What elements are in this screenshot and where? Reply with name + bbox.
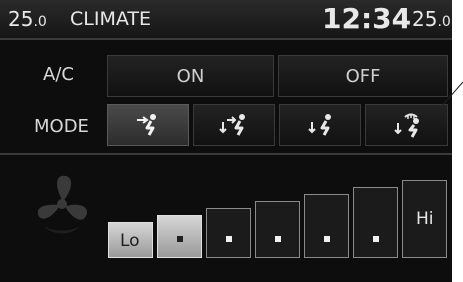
screen-title: CLIMATE [70, 8, 151, 30]
ac-off-label: OFF [345, 65, 381, 87]
ac-off-button[interactable]: OFF [278, 55, 448, 97]
clock: 12:34 [322, 2, 412, 35]
fan-level-marker [226, 236, 232, 242]
fan-level-marker [177, 236, 183, 242]
fan-level-2-button[interactable] [157, 215, 202, 258]
ac-label: A/C [43, 64, 74, 85]
left-temperature-dec: .0 [33, 14, 47, 30]
left-temperature-int: 25 [8, 7, 34, 31]
fan-level-5-button[interactable] [304, 194, 349, 258]
section-divider [0, 153, 452, 155]
fan-low-label: Lo [120, 231, 140, 251]
fan-level-1-button[interactable]: Lo [108, 222, 153, 258]
left-temperature: 25.0 [8, 7, 47, 31]
floor-defrost-mode-icon [393, 113, 419, 138]
mode-vent-button[interactable] [107, 104, 189, 146]
fan-level-7-button[interactable]: Hi [402, 180, 447, 258]
vent-mode-icon [137, 114, 156, 136]
right-temperature-dec: .0 [437, 14, 451, 30]
callout-line [432, 81, 463, 117]
fan-level-4-button[interactable] [255, 201, 300, 258]
mode-bilevel-button[interactable] [193, 104, 275, 146]
mode-floor-button[interactable] [279, 104, 361, 146]
fan-level-marker [324, 236, 330, 242]
ac-on-button[interactable]: ON [107, 55, 274, 97]
fan-icon [37, 175, 88, 234]
bilevel-mode-icon [219, 114, 245, 136]
fan-level-marker [275, 236, 281, 242]
header-bar: 25.0 CLIMATE 12:34 25.0 [0, 0, 452, 40]
fan-level-marker [373, 236, 379, 242]
floor-mode-icon [308, 114, 331, 136]
climate-screen: 25.0 CLIMATE 12:34 25.0 A/C ON OFF MODE [0, 0, 452, 282]
mode-label: MODE [34, 116, 89, 137]
fan-level-6-button[interactable] [353, 187, 398, 258]
right-temperature: 25.0 [412, 7, 451, 31]
fan-level-3-button[interactable] [206, 208, 251, 258]
ac-on-label: ON [176, 65, 205, 87]
fan-high-label: Hi [416, 209, 434, 229]
right-temperature-int: 25 [412, 7, 438, 31]
